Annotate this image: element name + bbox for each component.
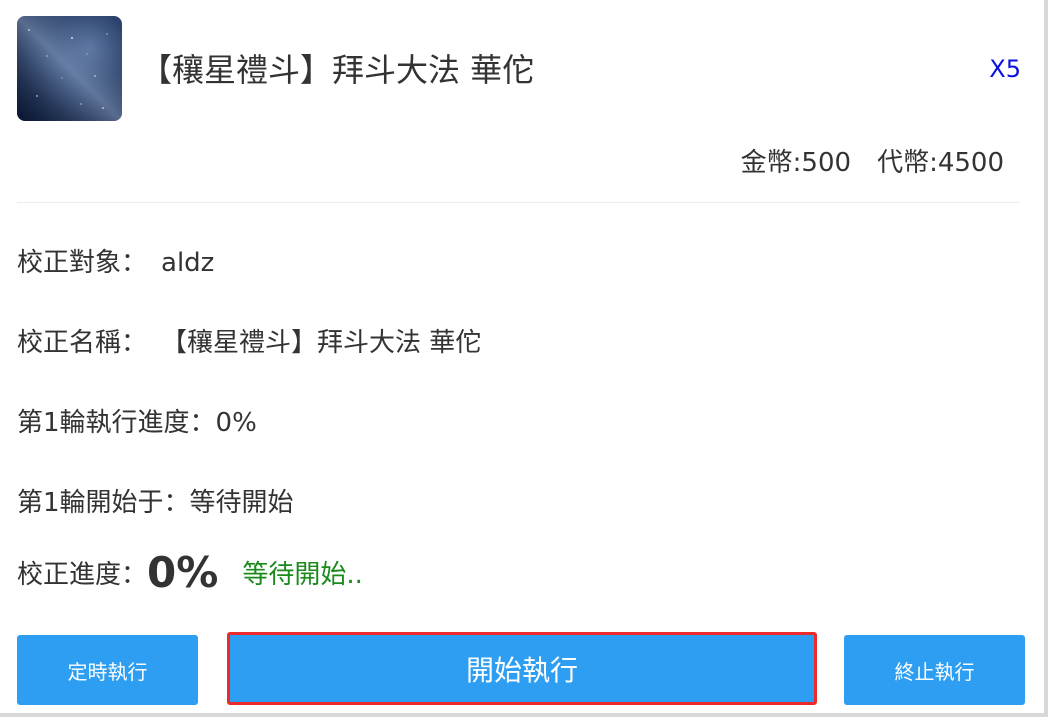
name-label: 校正名稱：: [17, 328, 148, 358]
target-label: 校正對象：: [17, 248, 148, 278]
progress-label: 校正進度：: [17, 560, 148, 590]
target-value: aldz: [161, 248, 215, 278]
balance-info: 金幣:500 代幣:4500: [741, 145, 1004, 181]
round-start-row: 第1輪開始于：等待開始: [17, 485, 294, 521]
multiplier-badge: X5: [989, 55, 1021, 83]
round-start-label: 第1輪開始于：: [17, 488, 190, 518]
round-progress-label: 第1輪執行進度：: [17, 408, 216, 438]
name-value: 【穰星禮斗】拜斗大法 華佗: [161, 328, 482, 358]
starry-sky-image: [17, 16, 122, 121]
overall-progress-row: 校正進度：0% 等待開始..: [17, 552, 363, 594]
start-run-button[interactable]: 開始執行: [227, 632, 817, 705]
round-progress-row: 第1輪執行進度：0%: [17, 405, 257, 441]
round-start-value: 等待開始: [189, 488, 294, 518]
name-row: 校正名稱： 【穰星禮斗】拜斗大法 華佗: [17, 325, 481, 361]
target-row: 校正對象： aldz: [17, 245, 214, 281]
progress-percent: 0%: [147, 548, 219, 597]
round-progress-value: 0%: [215, 408, 257, 438]
token-balance: 代幣:4500: [877, 148, 1004, 178]
gold-balance: 金幣:500: [740, 148, 852, 178]
page-title: 【穰星禮斗】拜斗大法 華佗: [140, 51, 535, 89]
starry-sky-thumbnail: [17, 16, 122, 121]
schedule-run-button[interactable]: 定時執行: [17, 635, 198, 705]
progress-status: 等待開始..: [242, 560, 363, 590]
calibration-panel: 【穰星禮斗】拜斗大法 華佗 X5 金幣:500 代幣:4500 校正對象： aldz…: [0, 0, 1048, 717]
divider: [17, 202, 1020, 203]
stop-run-button[interactable]: 終止執行: [844, 635, 1025, 705]
